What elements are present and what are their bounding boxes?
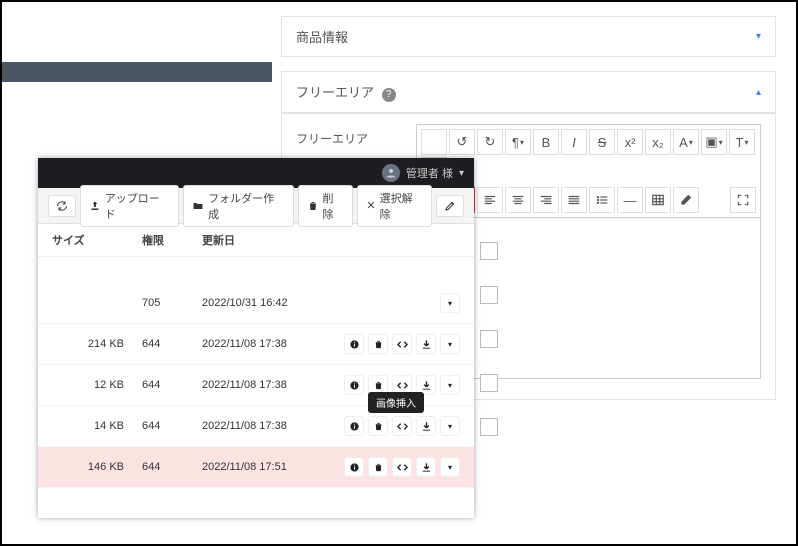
table-row[interactable]: 14 KB6442022/11/08 17:38▾画像挿入: [38, 406, 474, 447]
info-icon[interactable]: [344, 457, 364, 477]
trash-icon[interactable]: [368, 334, 388, 354]
eraser-icon[interactable]: [673, 187, 699, 213]
bold-icon[interactable]: B: [533, 129, 559, 155]
row-menu-caret[interactable]: ▾: [440, 375, 460, 395]
panel-free-area[interactable]: フリーエリア ?: [281, 71, 776, 113]
undo-icon[interactable]: ↺: [449, 129, 475, 155]
close-icon: ✕: [366, 199, 375, 212]
row-menu-caret[interactable]: ▾: [440, 457, 460, 477]
redo-icon[interactable]: ↻: [477, 129, 503, 155]
code-icon[interactable]: [421, 129, 447, 155]
cell-size: 146 KB: [52, 461, 142, 473]
fontcase-icon[interactable]: T▾: [729, 129, 755, 155]
cell-perm: 644: [142, 338, 202, 350]
cell-perm: 644: [142, 461, 202, 473]
panel-product-info[interactable]: 商品情報: [281, 16, 776, 57]
list-ul-icon[interactable]: [589, 187, 615, 213]
fm-rows: 7052022/10/31 16:42▾214 KB6442022/11/08 …: [38, 257, 474, 518]
cell-updated: 2022/11/08 17:38: [202, 420, 342, 432]
cell-actions: ▾: [342, 334, 460, 354]
paragraph-icon[interactable]: ¶▾: [505, 129, 531, 155]
table-icon[interactable]: [645, 187, 671, 213]
italic-icon[interactable]: I: [561, 129, 587, 155]
cell-perm: 705: [142, 297, 202, 309]
upload-button[interactable]: アップロード: [80, 185, 179, 227]
fm-toolbar: アップロード フォルダー作成 削除 ✕ 選択解除: [38, 188, 474, 224]
fontcolor-icon[interactable]: A▾: [673, 129, 699, 155]
download-icon[interactable]: [416, 457, 436, 477]
checkbox-outline[interactable]: [480, 418, 498, 436]
cell-actions: ▾画像挿入: [342, 416, 460, 436]
download-icon[interactable]: [416, 334, 436, 354]
trash-icon[interactable]: [368, 416, 388, 436]
hr-icon[interactable]: —: [617, 187, 643, 213]
fullscreen-icon[interactable]: [730, 187, 756, 213]
subscript-icon[interactable]: x₂: [645, 129, 671, 155]
tooltip-image-insert: 画像挿入: [368, 392, 424, 413]
avatar-icon: [382, 164, 400, 182]
user-menu-dropdown[interactable]: ▾: [459, 168, 464, 179]
cell-size: 12 KB: [52, 379, 142, 391]
fm-titlebar: 管理者 様 ▾: [38, 158, 474, 188]
checkbox-outline[interactable]: [480, 374, 498, 392]
table-row[interactable]: 146 KB6442022/11/08 17:51 ▾: [38, 447, 474, 488]
row-menu-caret[interactable]: ▾: [440, 334, 460, 354]
table-row[interactable]: 7052022/10/31 16:42 ▾: [38, 283, 474, 324]
cell-updated: 2022/10/31 16:42: [202, 297, 342, 309]
table-row[interactable]: 214 KB6442022/11/08 17:38 ▾: [38, 324, 474, 365]
info-icon[interactable]: [344, 375, 364, 395]
chevron-up-icon: [756, 87, 761, 98]
cell-updated: 2022/11/08 17:38: [202, 379, 342, 391]
cell-actions: ▾: [342, 293, 460, 313]
strike-icon[interactable]: S: [589, 129, 615, 155]
panel-title: フリーエリア ?: [296, 82, 396, 102]
page-canvas: 商品情報 フリーエリア ? フリーエリア ↺↻¶▾BISx²x₂A▾▣▾T▾🔗—: [0, 0, 798, 546]
align-center-icon[interactable]: [505, 187, 531, 213]
user-role-label: 管理者 様: [406, 165, 453, 181]
highlight-icon[interactable]: ▣▾: [701, 129, 727, 155]
sidebar-stub: [2, 62, 272, 82]
cell-updated: 2022/11/08 17:38: [202, 338, 342, 350]
panel-title: 商品情報: [296, 27, 348, 46]
cell-size: 214 KB: [52, 338, 142, 350]
refresh-button[interactable]: [48, 195, 76, 217]
help-icon[interactable]: ?: [382, 88, 396, 102]
background-accordion-checkboxes: [480, 242, 500, 436]
download-icon[interactable]: [416, 416, 436, 436]
cell-perm: 644: [142, 420, 202, 432]
checkbox-outline[interactable]: [480, 286, 498, 304]
embed-code-icon[interactable]: [392, 334, 412, 354]
col-size[interactable]: サイズ: [52, 232, 142, 248]
checkbox-outline[interactable]: [480, 330, 498, 348]
row-menu-caret[interactable]: ▾: [440, 293, 460, 313]
row-menu-caret[interactable]: ▾: [440, 416, 460, 436]
col-perm[interactable]: 権限: [142, 232, 202, 248]
cell-perm: 644: [142, 379, 202, 391]
cell-size: 14 KB: [52, 420, 142, 432]
fm-column-headers: サイズ 権限 更新日: [38, 224, 474, 257]
align-left-icon[interactable]: [477, 187, 503, 213]
cell-actions: ▾: [342, 457, 460, 477]
chevron-down-icon: [756, 31, 761, 42]
edit-button[interactable]: [436, 195, 464, 217]
file-manager-popup: 管理者 様 ▾ アップロード フォルダー作成 削除 ✕ 選択解除: [38, 158, 474, 518]
align-right-icon[interactable]: [533, 187, 559, 213]
deselect-button[interactable]: ✕ 選択解除: [357, 185, 432, 227]
delete-button[interactable]: 削除: [298, 185, 354, 227]
embed-code-icon[interactable]: [392, 457, 412, 477]
col-updated[interactable]: 更新日: [202, 232, 342, 248]
checkbox-outline[interactable]: [480, 242, 498, 260]
info-icon[interactable]: [344, 334, 364, 354]
info-icon[interactable]: [344, 416, 364, 436]
new-folder-button[interactable]: フォルダー作成: [183, 185, 293, 227]
embed-code-icon[interactable]: [392, 416, 412, 436]
align-justify-icon[interactable]: [561, 187, 587, 213]
trash-icon[interactable]: [368, 457, 388, 477]
cell-updated: 2022/11/08 17:51: [202, 461, 342, 473]
superscript-icon[interactable]: x²: [617, 129, 643, 155]
